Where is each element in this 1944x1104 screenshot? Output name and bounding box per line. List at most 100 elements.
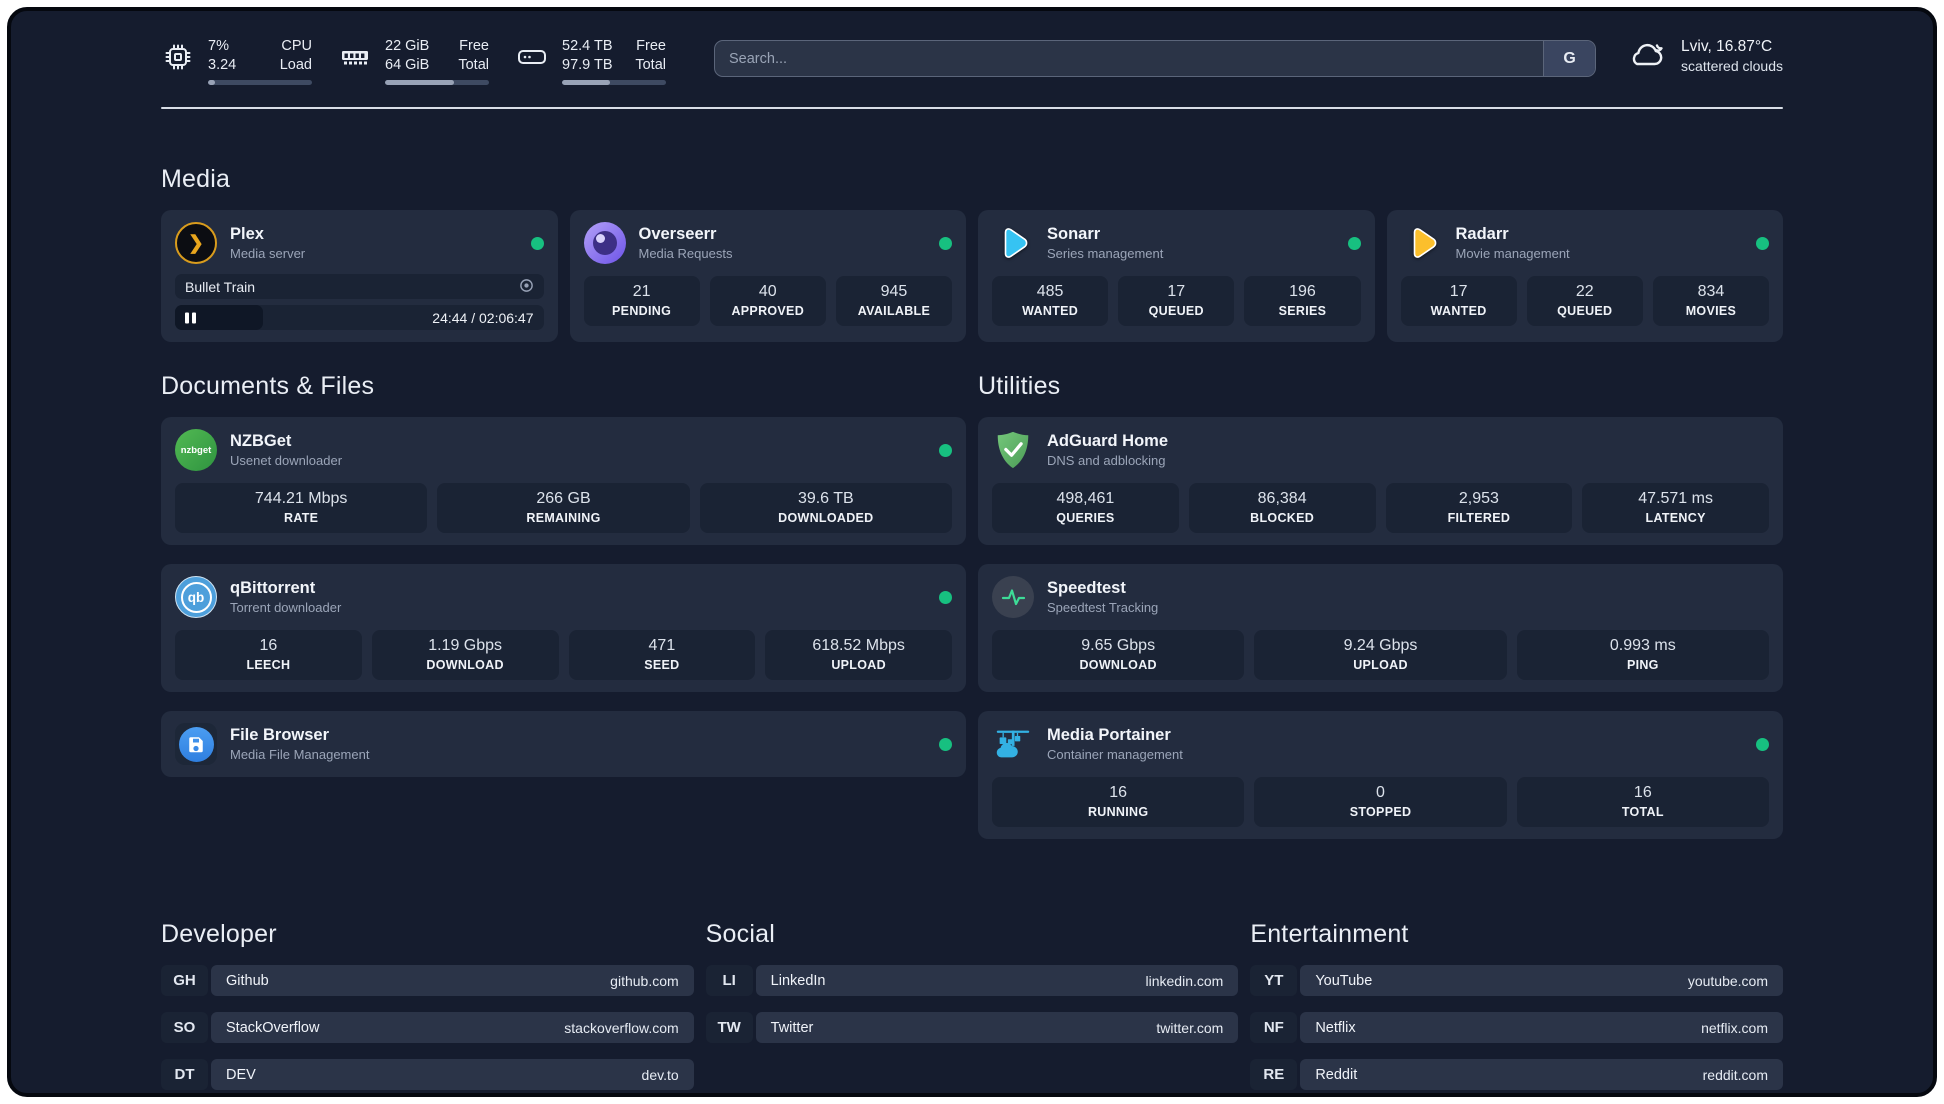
link-row-twitter[interactable]: TW Twitter twitter.com bbox=[705, 1012, 1239, 1044]
app-card-overseerr[interactable]: Overseerr Media Requests 21 PENDING 40 A… bbox=[569, 210, 966, 343]
link-row-reddit[interactable]: RE Reddit reddit.com bbox=[1250, 1059, 1783, 1091]
now-playing-row: Bullet Train bbox=[175, 274, 544, 300]
stat-tile: 0.993 ms PING bbox=[1516, 630, 1769, 681]
stat-tile: 40 APPROVED bbox=[709, 276, 826, 327]
section-title-utilities: Utilities bbox=[978, 372, 1061, 401]
link-bar: StackOverflow stackoverflow.com bbox=[211, 1012, 694, 1044]
stat-label: REMAINING bbox=[526, 511, 601, 526]
app-card-portainer[interactable]: Media Portainer Container management 16 … bbox=[978, 711, 1783, 840]
portainer-icon bbox=[992, 723, 1034, 765]
link-row-github[interactable]: GH Github github.com bbox=[161, 965, 694, 997]
stat-tiles: 16 LEECH 1.19 Gbps DOWNLOAD 471 SEED 618… bbox=[175, 630, 952, 681]
app-card-speedtest[interactable]: Speedtest Speedtest Tracking 9.65 Gbps D… bbox=[978, 564, 1783, 693]
overseerr-icon bbox=[583, 222, 626, 265]
app-card-qbittorrent[interactable]: qBittorrent Torrent downloader 16 LEECH … bbox=[161, 564, 966, 693]
link-bar: Github github.com bbox=[211, 965, 694, 997]
disk-stat: 52.4 TB 97.9 TB Free Total bbox=[515, 37, 666, 86]
stat-label: DOWNLOADED bbox=[778, 511, 874, 526]
link-badge: SO bbox=[161, 1012, 208, 1044]
link-row-youtube[interactable]: YT YouTube youtube.com bbox=[1250, 965, 1783, 997]
link-url: youtube.com bbox=[1687, 972, 1768, 989]
stat-tile: 17 WANTED bbox=[1400, 276, 1517, 327]
link-badge: YT bbox=[1250, 965, 1298, 997]
disk-total-value: 97.9 TB bbox=[562, 57, 613, 74]
stat-label: BLOCKED bbox=[1250, 511, 1315, 526]
link-name: YouTube bbox=[1315, 972, 1373, 989]
app-subtitle: Media File Management bbox=[230, 747, 370, 763]
link-name: Reddit bbox=[1315, 1066, 1358, 1083]
app-card-nzbget[interactable]: NZBGet Usenet downloader 744.21 Mbps RAT… bbox=[161, 417, 966, 546]
top-bar: 7% 3.24 CPU Load 22 GiB 64 GiB Free Tota… bbox=[161, 37, 1783, 86]
card-titles: Radarr Movie management bbox=[1456, 225, 1570, 261]
pause-icon[interactable] bbox=[185, 312, 196, 324]
app-name: Radarr bbox=[1455, 225, 1509, 244]
app-card-adguard[interactable]: AdGuard Home DNS and adblocking 498,461 … bbox=[978, 417, 1783, 546]
search-input[interactable] bbox=[715, 41, 1544, 76]
stat-tile: 498,461 QUERIES bbox=[992, 483, 1179, 534]
link-url: github.com bbox=[610, 972, 679, 989]
stat-tile: 17 QUEUED bbox=[1118, 276, 1235, 327]
ram-icon bbox=[338, 37, 372, 77]
stat-label: UPLOAD bbox=[1353, 658, 1408, 673]
stat-label: RATE bbox=[284, 511, 319, 526]
stat-tiles: 498,461 QUERIES 86,384 BLOCKED 2,953 FIL… bbox=[992, 483, 1769, 534]
search-engine-button[interactable]: G bbox=[1543, 41, 1596, 76]
link-name: LinkedIn bbox=[770, 972, 826, 989]
radarr-icon bbox=[1401, 222, 1443, 264]
link-row-linkedin[interactable]: LI LinkedIn linkedin.com bbox=[705, 965, 1239, 997]
entertainment-column: Entertainment YT YouTube youtube.com NF … bbox=[1250, 920, 1783, 1091]
playback-progress-bar[interactable]: 24:44 / 02:06:47 bbox=[175, 305, 544, 331]
link-row-netflix[interactable]: NF Netflix netflix.com bbox=[1250, 1012, 1783, 1044]
cpu-stat-rows: 7% 3.24 CPU Load bbox=[208, 37, 312, 75]
app-card-sonarr[interactable]: Sonarr Series management 485 WANTED 17 Q… bbox=[978, 210, 1375, 343]
stat-tile: 9.65 Gbps DOWNLOAD bbox=[992, 630, 1245, 681]
link-bar: Netflix netflix.com bbox=[1300, 1012, 1783, 1044]
cpu-stat: 7% 3.24 CPU Load bbox=[161, 37, 312, 86]
stat-tiles: 744.21 Mbps RATE 266 GB REMAINING 39.6 T… bbox=[175, 483, 952, 534]
weather-summary: Lviv, 16.87°C bbox=[1681, 37, 1773, 55]
link-row-dev[interactable]: DT DEV dev.to bbox=[161, 1059, 694, 1091]
stat-tile: 21 PENDING bbox=[583, 276, 700, 327]
cpu-usage-label: CPU bbox=[281, 38, 312, 54]
link-bar: LinkedIn linkedin.com bbox=[755, 965, 1239, 997]
stat-label: SEED bbox=[644, 658, 680, 673]
card-header: Speedtest Speedtest Tracking bbox=[992, 576, 1769, 619]
stat-value: 618.52 Mbps bbox=[812, 637, 905, 655]
stat-label: AVAILABLE bbox=[857, 304, 931, 319]
now-playing-target-icon[interactable] bbox=[519, 278, 534, 296]
disk-icon bbox=[515, 37, 549, 77]
stat-tile: 0 STOPPED bbox=[1254, 777, 1507, 828]
stat-value: 0 bbox=[1376, 784, 1385, 802]
stat-label: QUERIES bbox=[1056, 511, 1115, 526]
social-column: Social LI LinkedIn linkedin.com TW Twitt… bbox=[705, 920, 1239, 1044]
link-badge: LI bbox=[705, 965, 753, 997]
weather-widget[interactable]: Lviv, 16.87°C scattered clouds bbox=[1626, 37, 1783, 74]
stat-tiles: 21 PENDING 40 APPROVED 945 AVAILABLE bbox=[583, 276, 953, 327]
stat-tile: 39.6 TB DOWNLOADED bbox=[699, 483, 952, 534]
stat-value: 834 bbox=[1697, 283, 1725, 301]
mid-columns: Documents & Files NZBGet Usenet download… bbox=[161, 372, 1783, 858]
stat-tile: 47.571 ms LATENCY bbox=[1582, 483, 1769, 534]
dashboard-app: 7% 3.24 CPU Load 22 GiB 64 GiB Free Tota… bbox=[7, 7, 1937, 1097]
app-card-radarr[interactable]: Radarr Movie management 17 WANTED 22 QUE… bbox=[1386, 210, 1783, 343]
app-subtitle: Series management bbox=[1047, 246, 1164, 262]
card-header: Media Portainer Container management bbox=[992, 723, 1769, 765]
disk-stat-body: 52.4 TB 97.9 TB Free Total bbox=[562, 37, 666, 86]
link-name: Twitter bbox=[770, 1019, 814, 1036]
link-badge: DT bbox=[161, 1059, 208, 1091]
section-title-documents: Documents & Files bbox=[161, 372, 375, 401]
card-header: Overseerr Media Requests bbox=[583, 222, 952, 265]
utilities-column: Utilities AdGuard Home DNS and adblockin… bbox=[978, 372, 1783, 858]
app-name: AdGuard Home bbox=[1047, 432, 1169, 451]
link-url: dev.to bbox=[641, 1066, 679, 1083]
app-card-plex[interactable]: Plex Media server Bullet Train bbox=[161, 210, 558, 343]
search-bar: G bbox=[714, 40, 1597, 77]
stat-value: 945 bbox=[880, 283, 908, 301]
link-badge: TW bbox=[705, 1012, 753, 1044]
card-header: Radarr Movie management bbox=[1401, 222, 1769, 264]
filebrowser-icon bbox=[175, 723, 217, 766]
playback-time: 24:44 / 02:06:47 bbox=[432, 309, 534, 326]
app-card-filebrowser[interactable]: File Browser Media File Management bbox=[161, 711, 966, 778]
app-name: Sonarr bbox=[1047, 225, 1101, 244]
link-row-stackoverflow[interactable]: SO StackOverflow stackoverflow.com bbox=[161, 1012, 694, 1044]
